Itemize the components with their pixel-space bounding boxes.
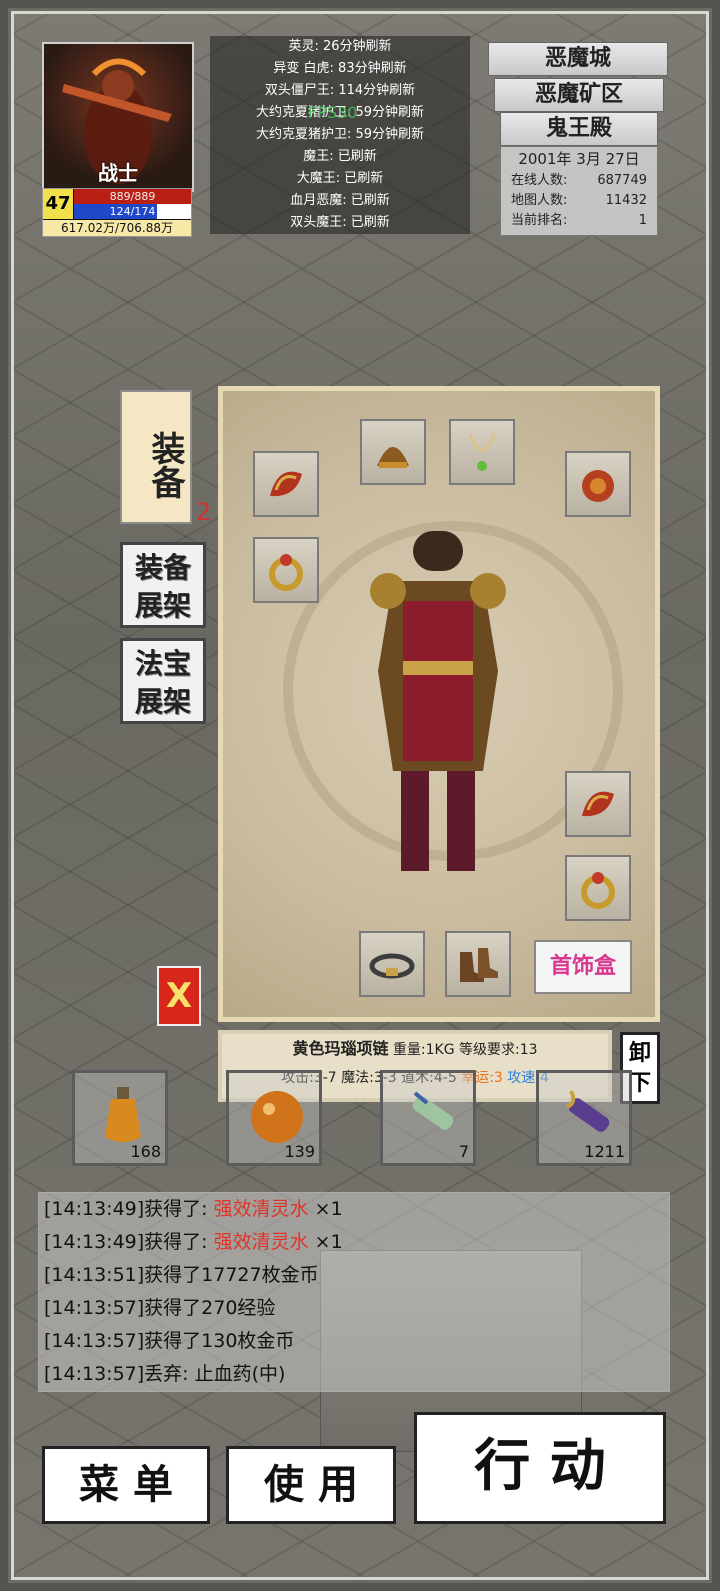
log-suffix: ×1 — [308, 1198, 343, 1220]
quick-slot-2[interactable]: 139 — [226, 1070, 322, 1166]
treasure-rack-label: 法宝展架 — [134, 647, 191, 718]
ring-right-slot[interactable] — [565, 855, 631, 921]
item-weight: 重量:1KG — [392, 1042, 455, 1058]
ring-left-slot[interactable] — [253, 537, 319, 603]
character-model-icon — [370, 531, 506, 871]
log-text: [14:13:57]获得了270经验 — [44, 1297, 276, 1319]
log-text: [14:13:49]获得了: — [44, 1231, 214, 1253]
location-city[interactable]: 恶魔城 — [488, 42, 668, 76]
boss-timer-row: 魔王: 已刷新 — [303, 149, 377, 164]
bracelet-right-slot[interactable] — [565, 771, 631, 837]
purple-scroll-icon — [566, 1090, 610, 1132]
ring-icon — [581, 872, 615, 909]
mp-bar: 124/174 — [74, 204, 191, 219]
hp-bar: 889/889 — [74, 189, 191, 204]
quick-slot-3[interactable]: 7 — [380, 1070, 476, 1166]
item-level-req: 等级要求:13 — [459, 1042, 538, 1058]
level-badge: 47 — [43, 189, 73, 219]
jewelry-box-button[interactable]: 首饰盒 — [534, 940, 632, 994]
item-name: 黄色玛瑙项链 — [292, 1039, 389, 1058]
menu-button[interactable]: 菜 单 — [42, 1446, 210, 1524]
necklace-slot[interactable] — [449, 419, 515, 485]
medal-icon — [582, 470, 614, 502]
game-date: 2001年 3月 27日 — [518, 150, 640, 168]
online-label: 在线人数: — [511, 173, 568, 188]
equip-rack-button[interactable]: 装备展架 — [120, 542, 206, 628]
class-label: 战士 — [98, 161, 138, 185]
treasure-rack-button[interactable]: 法宝展架 — [120, 638, 206, 724]
log-text: [14:13:57]丢弃: 止血药(中) — [44, 1363, 286, 1385]
potion-icon — [105, 1087, 141, 1142]
item-count: 139 — [284, 1142, 315, 1161]
item-count: 168 — [130, 1142, 161, 1161]
log-row: [14:13:51]获得了17727枚金币 — [44, 1259, 669, 1292]
player-portrait[interactable]: 战士 — [42, 42, 194, 192]
tab-equipment[interactable]: 装备 — [120, 390, 192, 524]
player-stats: 47 889/889 124/174 617.02万/706.88万 — [42, 188, 192, 237]
boots-slot[interactable] — [445, 931, 511, 997]
scroll-icon — [412, 1091, 454, 1130]
close-button[interactable]: X — [157, 966, 201, 1026]
boss-timer-list: 英灵: 26分钟刷新 异变 白虎: 83分钟刷新 双头僵尸王: 114分钟刷新 … — [210, 36, 470, 234]
log-suffix: ×1 — [308, 1231, 343, 1253]
message-log[interactable]: [14:13:49]获得了: 强效清灵水 ×1 [14:13:49]获得了: 强… — [38, 1192, 670, 1392]
log-text: [14:13:49]获得了: — [44, 1198, 214, 1220]
rank-value: 1 — [638, 213, 647, 228]
helmet-slot[interactable] — [360, 419, 426, 485]
equipment-panel — [218, 386, 660, 1022]
boss-timer-row: 双头魔王: 已刷新 — [290, 215, 390, 230]
rank-label: 当前排名: — [511, 213, 568, 228]
log-row: [14:13:57]获得了270经验 — [44, 1292, 669, 1325]
log-text: [14:13:51]获得了17727枚金币 — [44, 1264, 319, 1286]
quick-slot-4[interactable]: 1211 — [536, 1070, 632, 1166]
action-button[interactable]: 行 动 — [414, 1412, 666, 1524]
boss-timer-row: 大魔王: 已刷新 — [296, 171, 384, 186]
log-text: [14:13:57]获得了130枚金币 — [44, 1330, 295, 1352]
tab-badge: 2 — [196, 498, 212, 526]
orb-potion-icon — [251, 1091, 303, 1143]
location-map[interactable]: 鬼王殿 — [500, 112, 658, 146]
boss-timer-row: 异变 白虎: 83分钟刷新 — [273, 61, 407, 76]
gold-text: 617.02万/706.88万 — [43, 220, 191, 236]
location-area[interactable]: 恶魔矿区 — [494, 78, 664, 112]
item-count: 7 — [458, 1142, 469, 1161]
server-info: 2001年 3月 27日 在线人数: 687749 地图人数: 11432 当前排名… — [500, 146, 658, 236]
necklace-icon — [468, 433, 496, 471]
bracelet-left-slot[interactable] — [253, 451, 319, 517]
map-count-value: 11432 — [605, 193, 647, 208]
helmet-icon — [377, 447, 409, 468]
bracelet-icon — [270, 471, 302, 497]
boss-timer-row: 双头僵尸王: 114分钟刷新 — [264, 83, 416, 98]
ring-icon — [269, 554, 303, 591]
belt-slot[interactable] — [359, 931, 425, 997]
log-item: 强效清灵水 — [213, 1198, 309, 1220]
use-button[interactable]: 使 用 — [226, 1446, 396, 1524]
boss-timer-row: 血月恶魔: 已刷新 — [290, 193, 390, 208]
online-value: 687749 — [597, 173, 647, 188]
item-count: 1211 — [584, 1142, 625, 1161]
boss-timer-row: 大约克夏猪护卫: 59分钟刷新 — [255, 127, 425, 142]
log-item: 强效清灵水 — [213, 1231, 309, 1253]
log-row: [14:13:49]获得了: 强效清灵水 ×1 — [44, 1193, 669, 1226]
log-row: [14:13:49]获得了: 强效清灵水 ×1 — [44, 1226, 669, 1259]
boss-timer-row: 英灵: 26分钟刷新 — [288, 39, 392, 54]
map-count-label: 地图人数: — [511, 193, 568, 208]
equip-rack-label: 装备展架 — [134, 551, 191, 622]
belt-icon — [369, 953, 415, 979]
medal-slot[interactable] — [565, 451, 631, 517]
log-row: [14:13:57]获得了130枚金币 — [44, 1325, 669, 1358]
fps-counter: FPS30 — [308, 103, 358, 122]
bracelet-icon — [582, 791, 614, 817]
boots-icon — [460, 948, 498, 982]
quick-slot-1[interactable]: 168 — [72, 1070, 168, 1166]
mp-text: 124/174 — [109, 205, 156, 218]
log-row: [14:13:57]丢弃: 止血药(中) — [44, 1358, 669, 1391]
